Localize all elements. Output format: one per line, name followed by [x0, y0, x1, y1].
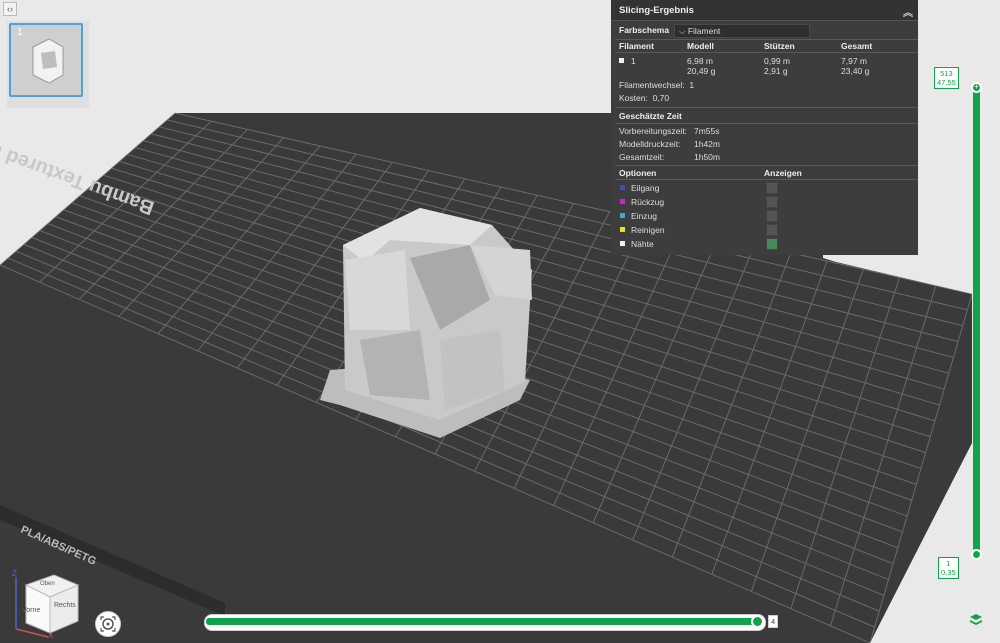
- header-model: Modell: [687, 41, 714, 51]
- 3d-viewport[interactable]: PLA/ABS/PETG Bambu Textured PEI Plate ‹›…: [0, 0, 1000, 643]
- option-checkbox[interactable]: [766, 196, 778, 208]
- move-slider-value: 4: [768, 615, 779, 628]
- time-section-title: Geschätzte Zeit: [619, 111, 682, 121]
- wipe-color-swatch: [620, 227, 625, 232]
- option-label: Eilgang: [631, 183, 660, 193]
- header-total: Gesamt: [841, 41, 873, 51]
- plus-icon: +: [974, 82, 979, 91]
- header-filament: Filament: [619, 41, 654, 51]
- svg-text:Oben: Oben: [40, 581, 55, 587]
- move-slider-track[interactable]: [206, 618, 762, 625]
- support-weight: 2,91 g: [764, 66, 788, 76]
- option-checkbox-checked[interactable]: [766, 238, 778, 250]
- bottom-layer-height: 0,35: [941, 568, 956, 577]
- model-time-value: 1h42m: [694, 139, 720, 149]
- total-time-label: Gesamtzeit:: [619, 152, 665, 162]
- seams-color-swatch: [620, 241, 625, 246]
- cost-label: Kosten:: [619, 93, 648, 103]
- filament-color-swatch: [619, 58, 624, 63]
- panel-header[interactable]: Slicing-Ergebnis ︽: [611, 0, 918, 21]
- option-checkbox[interactable]: [766, 224, 778, 236]
- svg-text:X: X: [48, 631, 54, 639]
- svg-text:Vorne: Vorne: [22, 607, 40, 614]
- layer-slider-bottom-handle[interactable]: [971, 549, 982, 560]
- model-time-label: Modelldruckzeit:: [619, 139, 681, 149]
- cost-value: 0,70: [652, 93, 670, 103]
- sidebar-toggle-button[interactable]: ‹›: [3, 2, 17, 16]
- option-checkbox[interactable]: [766, 182, 778, 194]
- move-slider-handle[interactable]: [751, 615, 764, 628]
- color-scheme-value: Filament: [687, 26, 721, 36]
- show-header: Anzeigen: [764, 168, 802, 178]
- total-weight: 23,40 g: [841, 66, 870, 76]
- unretract-color-swatch: [620, 213, 625, 218]
- view-cube[interactable]: Z X Vorne Rechts Oben: [8, 567, 80, 639]
- header-support: Stützen: [764, 41, 795, 51]
- prep-time-label: Vorbereitungszeit:: [619, 126, 688, 136]
- retract-color-swatch: [620, 199, 625, 204]
- color-scheme-select[interactable]: ⌵ Filament: [674, 24, 810, 38]
- top-layer-label: 513 47,55: [934, 67, 959, 89]
- bottom-layer-label: 1 0,35: [938, 557, 959, 579]
- svg-text:Rechts: Rechts: [54, 602, 76, 609]
- slicing-result-panel: Slicing-Ergebnis ︽ Farbschema ⌵ Filament…: [611, 0, 918, 255]
- target-icon: [100, 616, 116, 632]
- filament-changes-label: Filamentwechsel:: [619, 80, 685, 90]
- filament-index: 1: [631, 56, 636, 66]
- thumbnail-model-icon: [32, 38, 64, 84]
- option-label: Einzug: [631, 211, 657, 221]
- color-scheme-label: Farbschema: [619, 25, 670, 35]
- option-label: Reinigen: [631, 225, 665, 235]
- model-weight: 20,49 g: [687, 66, 716, 76]
- fit-view-button[interactable]: [95, 611, 121, 637]
- panel-title: Slicing-Ergebnis: [619, 4, 694, 16]
- total-length: 7,97 m: [841, 56, 867, 66]
- plate-thumbnail[interactable]: 1: [9, 23, 83, 97]
- options-header: Optionen: [619, 168, 657, 178]
- filament-changes-value: 1: [689, 80, 695, 90]
- plate-thumbnail-panel: 1: [7, 21, 89, 108]
- total-time-value: 1h50m: [694, 152, 720, 162]
- option-checkbox[interactable]: [766, 210, 778, 222]
- cost: Kosten: 0,70: [619, 93, 669, 103]
- option-label: Rückzug: [631, 197, 665, 207]
- collapse-icon[interactable]: ︽: [903, 4, 913, 19]
- support-length: 0,99 m: [764, 56, 790, 66]
- layer-slider-track[interactable]: [973, 87, 980, 557]
- layers-icon[interactable]: [969, 613, 983, 627]
- travel-color-swatch: [620, 185, 625, 190]
- sliced-model: [320, 208, 532, 438]
- prep-time-value: 7m55s: [694, 126, 720, 136]
- top-layer-height: 47,55: [937, 78, 956, 87]
- svg-text:Z: Z: [12, 569, 17, 578]
- chevron-down-icon: ⌵: [679, 26, 688, 36]
- bottom-layer-number: 1: [946, 559, 951, 568]
- model-length: 6,98 m: [687, 56, 713, 66]
- filament-changes: Filamentwechsel: 1: [619, 80, 694, 90]
- option-label: Nähte: [631, 239, 654, 249]
- top-layer-number: 513: [940, 69, 953, 78]
